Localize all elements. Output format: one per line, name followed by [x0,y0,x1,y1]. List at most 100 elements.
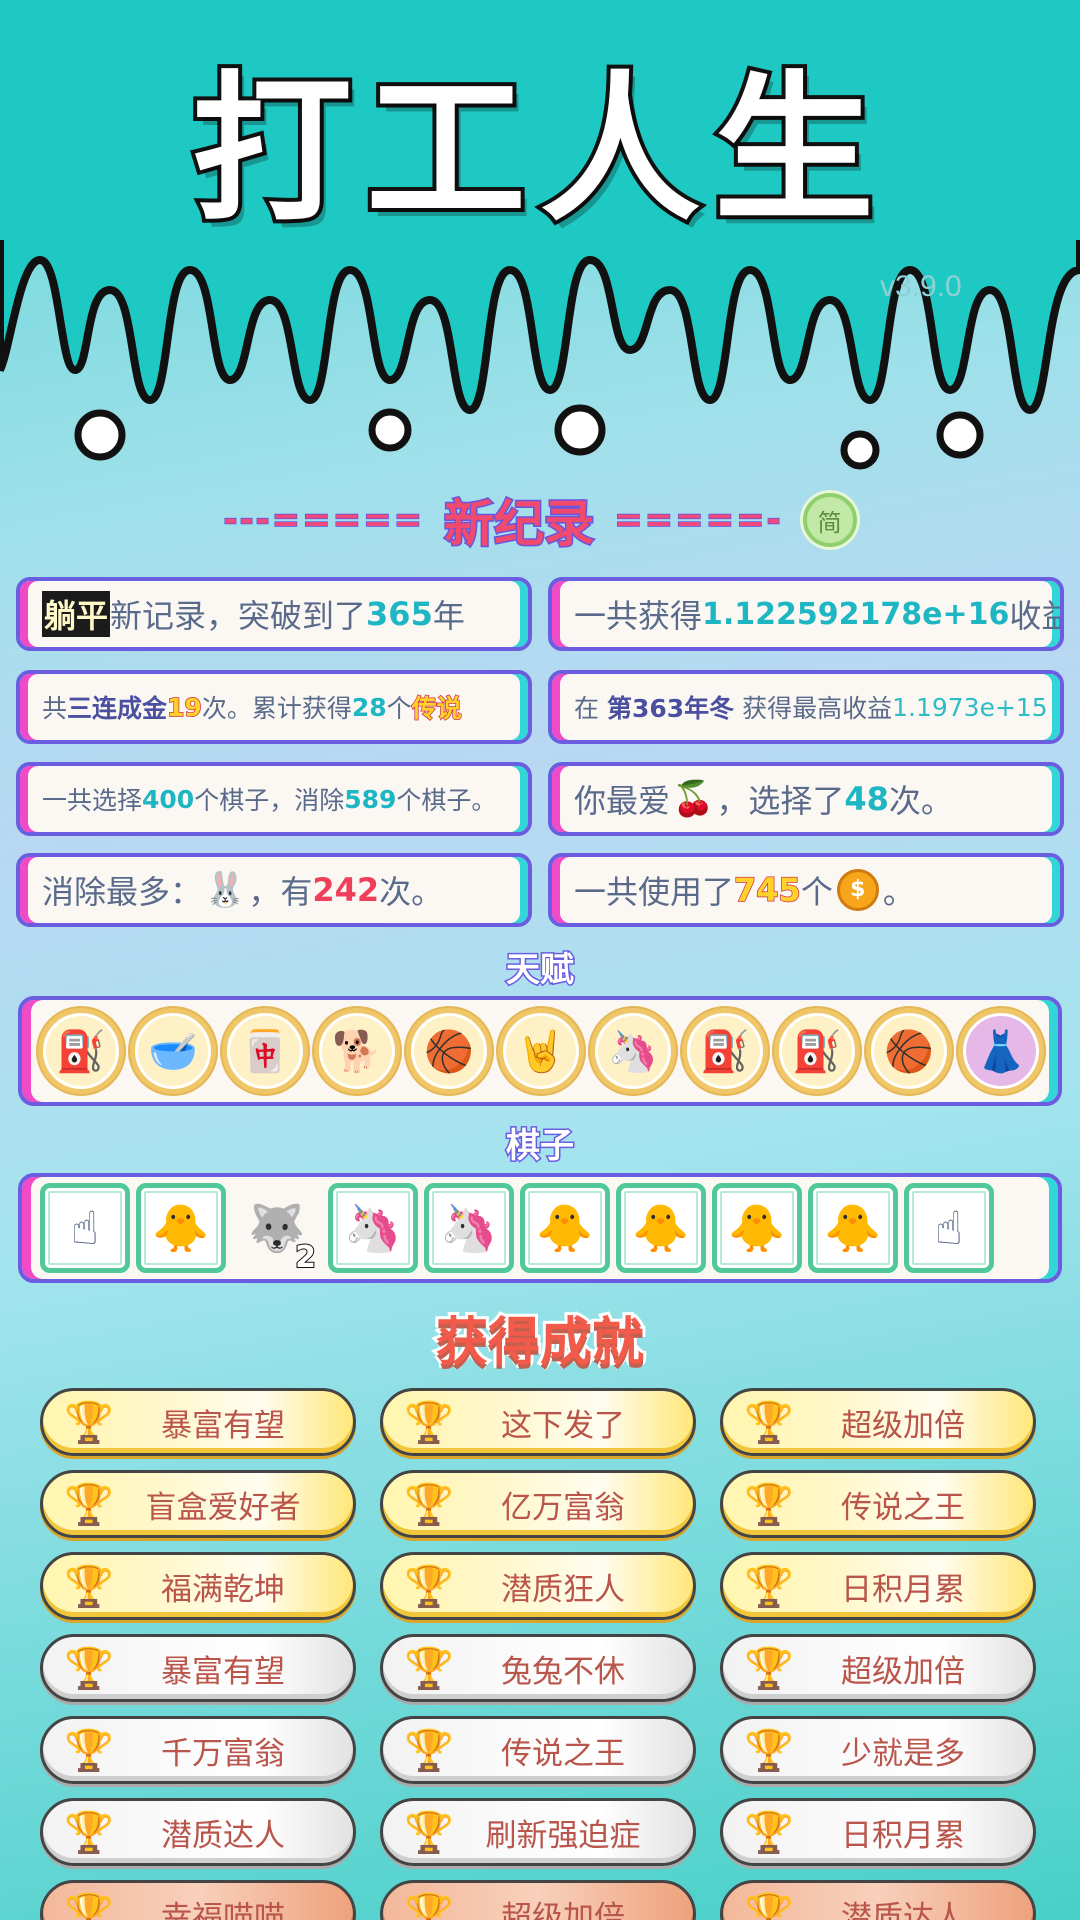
trophy-icon: 🏆 [744,1891,794,1920]
record-header: ---===== 新纪录 =====- 简 [0,490,1080,555]
achievement-label: 超级加倍 [841,1407,965,1444]
unicorn-icon[interactable]: 🦄 [424,1183,514,1273]
achievement-badge[interactable]: 🏆 潜质达人 [40,1798,356,1866]
stat-card-best-income: 在 第363年冬 获得最高收益 1.1973e+15 [548,670,1064,744]
achievement-badge[interactable]: 🏆 幸福喵喵 [40,1880,356,1920]
old-man-chick-icon[interactable]: 🐥 [712,1183,802,1273]
unicorn-icon[interactable]: 🦄 [590,1008,676,1094]
unicorn-icon[interactable]: 🦄 [328,1183,418,1273]
trophy-icon: 🏆 [64,1563,114,1610]
simplified-mode-badge[interactable]: 简 [802,493,857,547]
old-man-chick-icon[interactable]: 🐥 [520,1183,610,1273]
stat-card-pieces: 一共选择 400 个棋子，消除 589 个棋子。 [16,762,532,836]
achievement-label: 日积月累 [841,1571,965,1608]
achievement-label: 这下发了 [501,1407,625,1444]
achievement-badge[interactable]: 🏆 日积月累 [720,1552,1036,1620]
basketballs-icon[interactable]: 🏀 [866,1008,952,1094]
stat-text: 在 [574,694,607,723]
stat-text: 个 [386,694,412,723]
achievement-label: 潜质达人 [161,1817,285,1854]
achievement-label: 幸福喵喵 [161,1899,285,1920]
stat-value: 28 [351,692,387,722]
trophy-icon: 🏆 [404,1809,454,1856]
stat-card-triple-gold: 共 三连成金 19 次。累计获得 28 个 传说 [16,670,532,744]
stat-card-total-income: 一共获得 1.122592178e+16 收益 [548,577,1064,651]
achievement-badge[interactable]: 🏆 超级加倍 [380,1880,696,1920]
achievement-badge[interactable]: 🏆 暴富有望 [40,1388,356,1456]
stat-value: 745 [733,870,801,910]
achievement-label: 潜质狂人 [501,1571,625,1608]
achievement-badge[interactable]: 🏆 超级加倍 [720,1388,1036,1456]
stat-text: 一共使用了 [574,873,735,911]
achievement-badge[interactable]: 🏆 潜质达人 [720,1880,1036,1920]
pump-icon[interactable]: ⛽ [774,1008,860,1094]
pump-icon[interactable]: ⛽ [682,1008,768,1094]
pieces-panel: ☝ 🐥 🐺 2 🦄 🦄 🐥 🐥 🐥 🐥 ☝ [18,1173,1062,1283]
dog-bowl-icon[interactable]: 🥣 [130,1008,216,1094]
stat-card-most-eliminated: 消除最多： 🐰 ，有 242 次。 [16,853,532,927]
skirt-icon[interactable]: 👗 [958,1008,1044,1094]
old-man-chick-icon[interactable]: 🐥 [808,1183,898,1273]
achievement-badge[interactable]: 🏆 传说之王 [720,1470,1036,1538]
trophy-icon: 🏆 [744,1809,794,1856]
trophy-icon: 🏆 [744,1481,794,1528]
trophy-icon: 🏆 [744,1727,794,1774]
achievement-label: 超级加倍 [841,1653,965,1690]
stat-text: 个棋子。 [396,786,497,815]
stat-text: 新记录，突破到了 [110,597,367,635]
achievement-badge[interactable]: 🏆 福满乾坤 [40,1552,356,1620]
trophy-icon: 🏆 [404,1481,454,1528]
achievement-badge[interactable]: 🏆 暴富有望 [40,1634,356,1702]
achievement-badge[interactable]: 🏆 潜质狂人 [380,1552,696,1620]
achievement-label: 亿万富翁 [501,1489,625,1526]
basketballs-icon[interactable]: 🏀 [406,1008,492,1094]
pointer-hand-icon[interactable]: ☝ [904,1183,994,1273]
stat-value: 19 [166,692,202,723]
stat-text: 个 [800,873,833,911]
achievements-grid: 🏆 暴富有望 🏆 这下发了 🏆 超级加倍 🏆 盲盒爱好者 🏆 亿万富翁 🏆 传说之王 🏆 福满乾坤 🏆 潜质狂… [40,1388,1040,1920]
achievement-label: 少就是多 [841,1735,965,1772]
stat-card-favorite: 你最爱 🍒 ，选择了 48 次。 [548,762,1064,836]
trophy-icon: 🏆 [404,1399,454,1446]
pump-icon[interactable]: ⛽ [38,1008,124,1094]
achievement-label: 传说之王 [841,1489,965,1526]
piece-count-badge: 2 [294,1239,317,1276]
stat-value: 365 [366,595,433,633]
stat-text: 个棋子，消除 [194,786,345,815]
stat-value: 第363年冬 [606,694,735,723]
cool-dog-icon[interactable]: 🐕 [314,1008,400,1094]
rock-hand-icon[interactable]: 🤘 [498,1008,584,1094]
trophy-icon: 🏆 [744,1563,794,1610]
husky-dog-icon[interactable]: 🐺 2 [232,1183,322,1277]
pointer-hand-icon[interactable]: ☝ [40,1183,130,1273]
trophy-icon: 🏆 [64,1891,114,1920]
achievement-label: 兔兔不休 [501,1653,625,1690]
stat-text: 次。累计获得 [201,694,352,723]
achievement-badge[interactable]: 🏆 超级加倍 [720,1634,1036,1702]
stat-value: 48 [844,780,889,818]
achievement-badge[interactable]: 🏆 这下发了 [380,1388,696,1456]
wang-tiles-icon[interactable]: 🀄 [222,1008,308,1094]
achievement-badge[interactable]: 🏆 盲盒爱好者 [40,1470,356,1538]
stat-value: 传说 [411,693,463,724]
talents-title: 天赋 [505,949,576,992]
achievement-badge[interactable]: 🏆 千万富翁 [40,1716,356,1784]
achievement-badge[interactable]: 🏆 日积月累 [720,1798,1036,1866]
achievement-badge[interactable]: 🏆 传说之王 [380,1716,696,1784]
achievement-label: 超级加倍 [501,1899,625,1920]
record-dashes-right: =====- [613,499,783,541]
pieces-title: 棋子 [505,1125,576,1168]
version-label: v3.9.0 [880,270,962,303]
achievement-badge[interactable]: 🏆 少就是多 [720,1716,1036,1784]
stat-text: 你最爱 [574,782,671,820]
stat-text: ，有 [248,873,313,911]
achievement-badge[interactable]: 🏆 刷新强迫症 [380,1798,696,1866]
old-man-chick-icon[interactable]: 🐥 [136,1183,226,1273]
stat-text: 共 [42,694,68,723]
app-title: 打工人生 [188,52,888,247]
achievement-badge[interactable]: 🏆 兔兔不休 [380,1634,696,1702]
old-man-chick-icon[interactable]: 🐥 [616,1183,706,1273]
stat-value: 1.122592178e+16 [702,596,1010,632]
stat-text: 次。 [888,782,953,820]
achievement-badge[interactable]: 🏆 亿万富翁 [380,1470,696,1538]
